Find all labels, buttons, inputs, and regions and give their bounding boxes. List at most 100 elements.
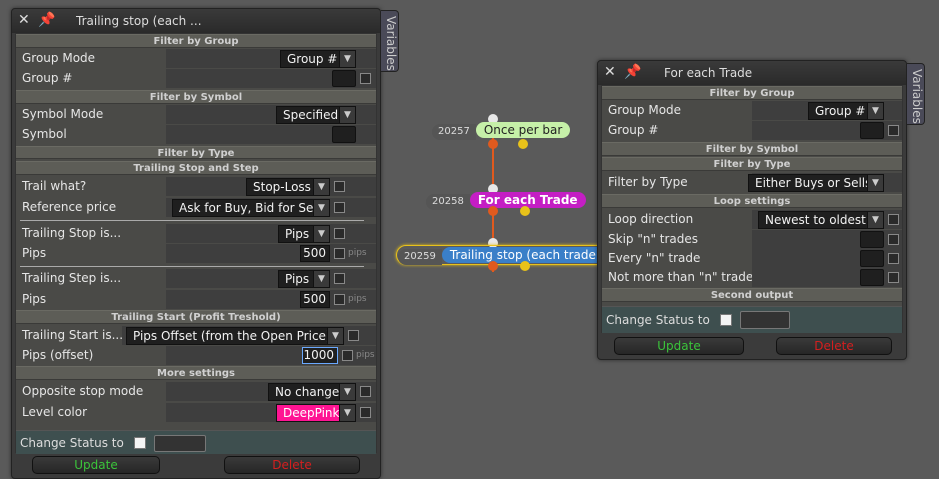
right-panel-body: Filter by Group Group Mode Group # ▼ Gro… bbox=[601, 85, 903, 333]
chevron-down-icon[interactable]: ▼ bbox=[313, 226, 329, 242]
close-icon[interactable]: ✕ bbox=[604, 64, 616, 80]
opposite-stop-checkbox[interactable] bbox=[360, 386, 371, 397]
ts-is-select[interactable]: Pips ▼ bbox=[278, 225, 330, 243]
tstart-is-select[interactable]: Pips Offset (from the Open Price) ▼ bbox=[126, 327, 344, 345]
delete-button[interactable]: Delete bbox=[224, 456, 360, 474]
left-panel-header[interactable]: ✕ 📌 Trailing stop (each ... bbox=[12, 9, 380, 33]
left-panel: ✕ 📌 Trailing stop (each ... Filter by Gr… bbox=[11, 8, 381, 479]
right-panel-header[interactable]: ✕ 📌 For each Trade bbox=[598, 61, 906, 85]
ts-is-checkbox[interactable] bbox=[334, 228, 345, 239]
tstart-is-checkbox[interactable] bbox=[348, 330, 359, 341]
chevron-down-icon[interactable]: ▼ bbox=[313, 200, 329, 216]
chevron-down-icon[interactable]: ▼ bbox=[313, 179, 329, 195]
ts-pips-checkbox[interactable] bbox=[334, 248, 345, 259]
change-status-checkbox[interactable] bbox=[134, 437, 146, 449]
pips-offset-input[interactable]: 1000 bbox=[302, 347, 338, 364]
group-num-checkbox[interactable] bbox=[360, 73, 371, 84]
loop-direction-checkbox[interactable] bbox=[888, 214, 899, 225]
delete-button[interactable]: Delete bbox=[776, 337, 892, 355]
variables-tab[interactable]: Variables bbox=[907, 63, 925, 125]
panel-title: Trailing stop (each ... bbox=[76, 14, 202, 28]
trail-what-checkbox[interactable] bbox=[334, 181, 345, 192]
symbol-input[interactable] bbox=[332, 126, 356, 143]
pips-offset-checkbox[interactable] bbox=[342, 350, 353, 361]
chevron-down-icon[interactable]: ▼ bbox=[867, 175, 883, 191]
chevron-down-icon[interactable]: ▼ bbox=[313, 271, 329, 287]
pin-icon[interactable]: 📌 bbox=[38, 12, 55, 28]
change-status-input[interactable] bbox=[154, 435, 206, 452]
node-output-dot[interactable] bbox=[488, 139, 498, 149]
group-mode-select[interactable]: Group # ▼ bbox=[280, 50, 356, 68]
node-output-dot[interactable] bbox=[520, 261, 530, 271]
chevron-down-icon[interactable]: ▼ bbox=[867, 103, 883, 119]
filter-type-select[interactable]: Either Buys or Sells ▼ bbox=[748, 174, 884, 192]
change-status-label: Change Status to bbox=[20, 436, 124, 450]
every-checkbox[interactable] bbox=[888, 253, 899, 264]
chevron-down-icon[interactable]: ▼ bbox=[339, 107, 355, 123]
ref-price-checkbox[interactable] bbox=[334, 202, 345, 213]
section-filter-type: Filter by Type bbox=[16, 146, 376, 159]
trail-what-select[interactable]: Stop-Loss ▼ bbox=[246, 178, 330, 196]
node-output-dot[interactable] bbox=[518, 139, 528, 149]
section-filter-type: Filter by Type bbox=[602, 157, 902, 171]
level-color-label: Level color bbox=[16, 403, 166, 422]
ref-price-label: Reference price bbox=[16, 198, 166, 217]
not-more-checkbox[interactable] bbox=[888, 272, 899, 283]
section-filter-group: Filter by Group bbox=[602, 86, 902, 100]
level-color-select[interactable]: DeepPink ▼ bbox=[276, 404, 356, 422]
group-num-label: Group # bbox=[602, 121, 752, 140]
ts-pips-label: Pips bbox=[16, 244, 166, 263]
every-label: Every "n" trade bbox=[602, 249, 752, 268]
symbol-mode-select[interactable]: Specified ▼ bbox=[276, 106, 356, 124]
skip-checkbox[interactable] bbox=[888, 234, 899, 245]
row-right: Specified ▼ bbox=[166, 105, 376, 124]
chevron-down-icon[interactable]: ▼ bbox=[327, 328, 343, 344]
variables-tab[interactable]: Variables bbox=[381, 10, 399, 72]
tstep-pips-checkbox[interactable] bbox=[334, 294, 345, 305]
ts-pips-input[interactable]: 500 bbox=[300, 245, 330, 262]
group-num-checkbox[interactable] bbox=[888, 125, 899, 136]
not-more-input[interactable] bbox=[860, 269, 884, 286]
opposite-stop-label: Opposite stop mode bbox=[16, 382, 166, 401]
close-icon[interactable]: ✕ bbox=[18, 12, 30, 28]
row-group-mode: Group Mode Group # ▼ bbox=[16, 49, 376, 68]
update-button[interactable]: Update bbox=[32, 456, 160, 474]
change-status-checkbox[interactable] bbox=[720, 314, 732, 326]
node-trailing-stop[interactable]: 20259 Trailing stop (each trade) bbox=[396, 245, 611, 265]
skip-input[interactable] bbox=[860, 231, 884, 248]
update-button[interactable]: Update bbox=[614, 337, 744, 355]
node-output-dot[interactable] bbox=[488, 261, 498, 271]
level-color-checkbox[interactable] bbox=[360, 407, 371, 418]
tstep-is-select[interactable]: Pips ▼ bbox=[278, 270, 330, 288]
row-right bbox=[752, 230, 902, 249]
change-status-input[interactable] bbox=[740, 311, 790, 329]
row-right bbox=[752, 121, 902, 140]
pin-icon[interactable]: 📌 bbox=[624, 64, 641, 80]
node-output-dot[interactable] bbox=[520, 206, 530, 216]
group-mode-label: Group Mode bbox=[16, 49, 166, 68]
ref-price-select[interactable]: Ask for Buy, Bid for Sell ▼ bbox=[172, 199, 330, 217]
group-num-input[interactable] bbox=[332, 70, 356, 87]
opposite-stop-select[interactable]: No change ▼ bbox=[268, 383, 356, 401]
row-skip: Skip "n" trades bbox=[602, 230, 902, 249]
chevron-down-icon[interactable]: ▼ bbox=[339, 51, 355, 67]
section-loop-settings: Loop settings bbox=[602, 194, 902, 208]
chevron-down-icon[interactable]: ▼ bbox=[339, 384, 355, 400]
row-right: Group # ▼ bbox=[166, 49, 376, 68]
chevron-down-icon[interactable]: ▼ bbox=[339, 405, 355, 421]
group-mode-select[interactable]: Group # ▼ bbox=[808, 102, 884, 120]
tstep-is-checkbox[interactable] bbox=[334, 273, 345, 284]
row-tstep-pips: Pips 500 pips bbox=[16, 290, 376, 309]
divider bbox=[20, 220, 364, 221]
tstep-pips-input[interactable]: 500 bbox=[300, 291, 330, 308]
group-num-input[interactable] bbox=[860, 122, 884, 139]
every-input[interactable] bbox=[860, 250, 884, 267]
node-output-dot[interactable] bbox=[488, 206, 498, 216]
node-once-per-bar[interactable]: 20257 Once per bar bbox=[432, 122, 571, 140]
row-ts-pips: Pips 500 pips bbox=[16, 244, 376, 263]
chevron-down-icon[interactable]: ▼ bbox=[867, 212, 883, 228]
loop-direction-select[interactable]: Newest to oldest ▼ bbox=[758, 211, 884, 229]
row-right: Pips ▼ bbox=[166, 269, 376, 288]
node-for-each-trade[interactable]: 20258 For each Trade bbox=[426, 192, 586, 210]
row-symbol-mode: Symbol Mode Specified ▼ bbox=[16, 105, 376, 124]
